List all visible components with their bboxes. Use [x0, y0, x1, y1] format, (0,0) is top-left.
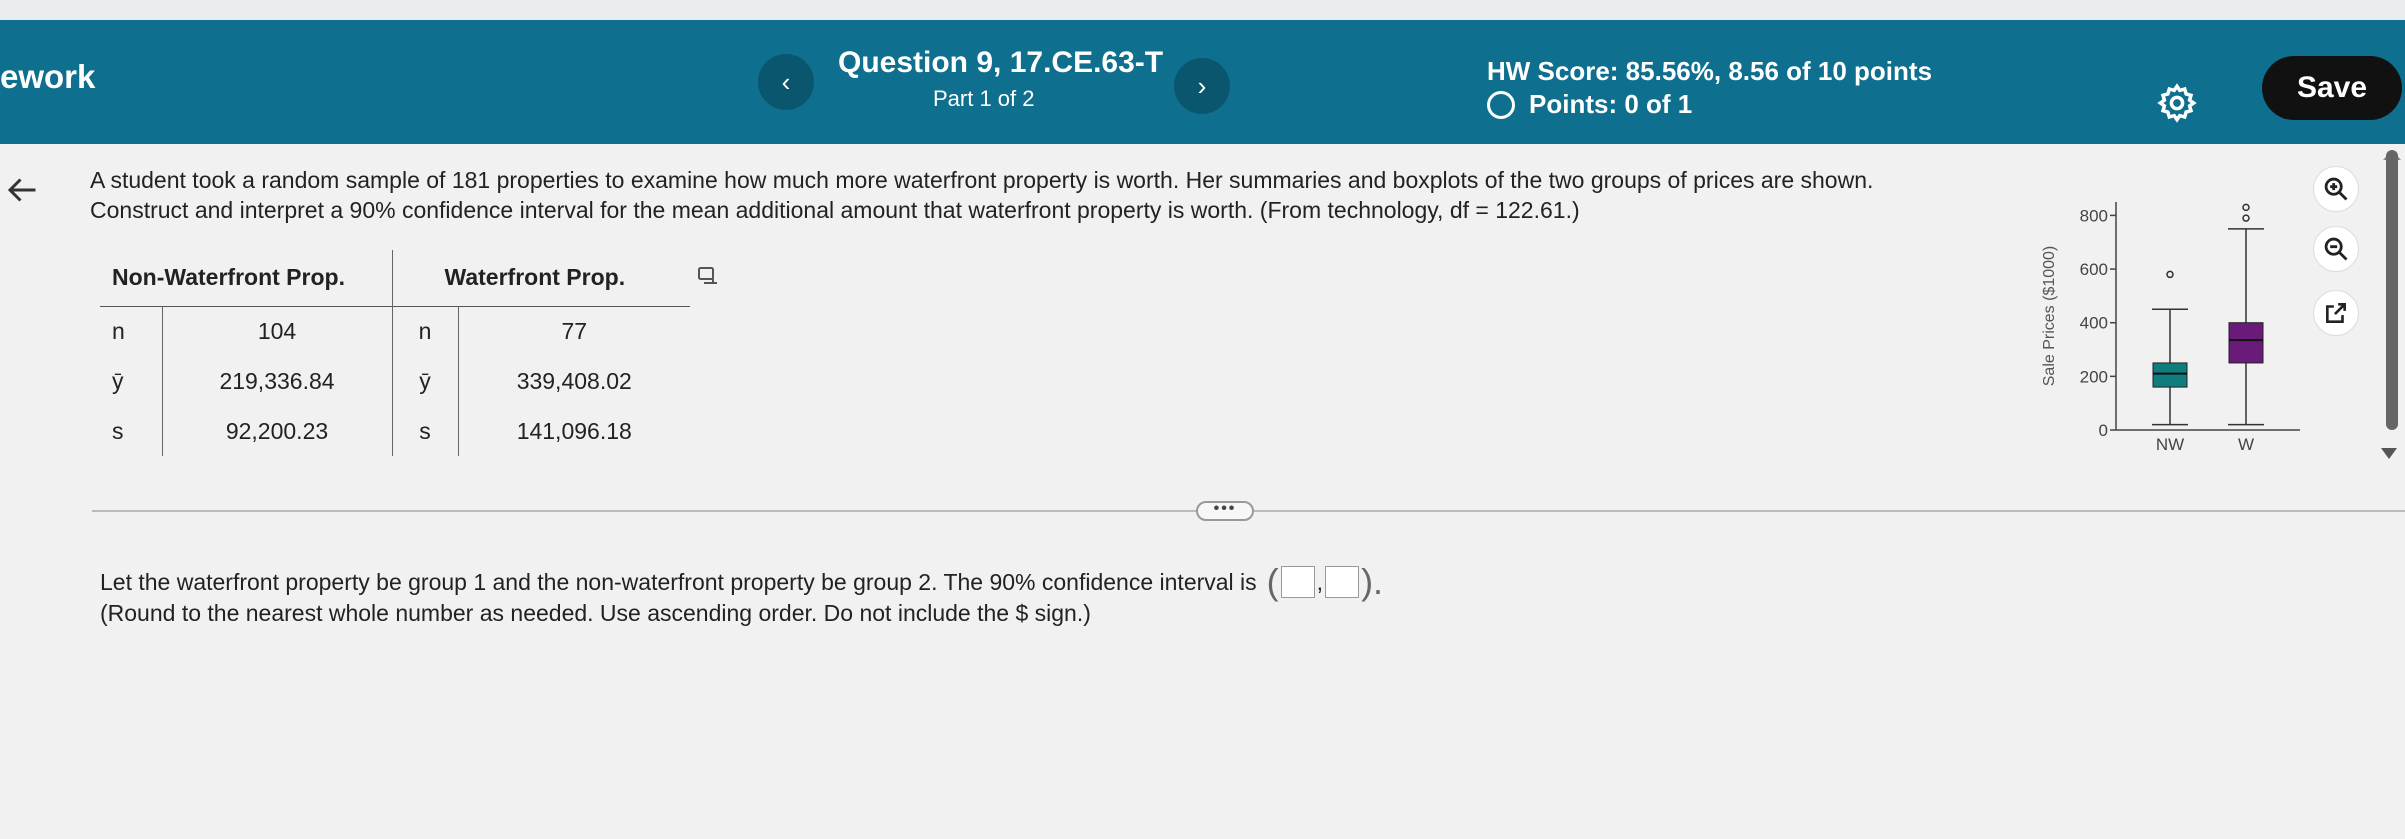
question-title: Question 9, 17.CE.63-T — [838, 46, 1164, 79]
points-status: Points: 0 of 1 — [1487, 89, 1692, 120]
table-row: s 92,200.23 s 141,096.18 — [100, 406, 690, 456]
prompt-line-2: Construct and interpret a 90% confidence… — [90, 197, 1580, 223]
header-non-waterfront: Non-Waterfront Prop. — [112, 264, 345, 291]
zoom-in-button[interactable] — [2313, 166, 2359, 212]
y-tick-label: 200 — [2080, 367, 2108, 386]
next-question-button[interactable]: › — [1174, 58, 1230, 114]
row-symbol: n — [112, 317, 125, 344]
zoom-out-button[interactable] — [2313, 226, 2359, 272]
header-waterfront: Waterfront Prop. — [391, 250, 690, 306]
w-value: 77 — [457, 306, 690, 356]
more-button[interactable]: ••• — [1196, 501, 1254, 521]
question-prompt: A student took a random sample of 181 pr… — [90, 165, 1873, 225]
popout-button[interactable] — [2313, 290, 2359, 336]
answer-line: Let the waterfront property be group 1 a… — [100, 561, 1384, 602]
ci-lower-input[interactable] — [1280, 566, 1315, 598]
answer-prompt: Let the waterfront property be group 1 a… — [100, 569, 1257, 595]
outlier-point — [2166, 270, 2174, 279]
nw-value: 92,200.23 — [161, 406, 392, 456]
browser-top-strip — [0, 0, 2405, 20]
table-row: ȳ 219,336.84 ȳ 339,408.02 — [100, 356, 690, 406]
previous-question-button[interactable]: ‹ — [758, 54, 814, 110]
scroll-down-arrow-icon[interactable] — [2381, 448, 2397, 459]
nw-value: 219,336.84 — [161, 356, 392, 406]
nw-value: 104 — [161, 306, 392, 356]
table-row: n 104 n 77 — [100, 306, 690, 356]
copy-table-icon[interactable] — [696, 264, 720, 288]
hw-score: HW Score: 85.56%, 8.56 of 10 points — [1487, 56, 1933, 86]
question-part: Part 1 of 2 — [933, 86, 1035, 111]
scrollbar-thumb[interactable] — [2386, 150, 2398, 430]
points-text: Points: 0 of 1 — [1529, 89, 1693, 119]
row-symbol: n — [391, 306, 458, 356]
prompt-line-1: A student took a random sample of 181 pr… — [90, 167, 1874, 193]
brand-title: ework — [0, 58, 96, 95]
y-tick-label: 400 — [2080, 314, 2108, 333]
rounding-hint: (Round to the nearest whole number as ne… — [100, 600, 1091, 626]
y-tick-label: 0 — [2099, 421, 2108, 440]
y-axis-label: Sale Prices ($1000) — [2041, 246, 2058, 387]
y-tick-label: 800 — [2080, 206, 2108, 225]
outlier-point — [2242, 203, 2250, 212]
back-arrow-icon[interactable] — [4, 172, 40, 208]
outlier-point — [2242, 214, 2250, 222]
ci-upper-input[interactable] — [1325, 566, 1360, 598]
comma: , — [1316, 569, 1324, 595]
close-paren: ). — [1361, 561, 1384, 602]
x-category-label: NW — [2156, 435, 2184, 450]
box-w — [2228, 322, 2264, 364]
w-value: 339,408.02 — [457, 356, 690, 406]
open-paren: ( — [1266, 561, 1279, 602]
row-symbol: s — [112, 417, 124, 444]
boxplot-chart: Sale Prices ($1000) 0 200 400 600 800 NW W — [2041, 202, 2300, 450]
settings-gear-icon[interactable] — [2156, 82, 2198, 124]
zoom-out-icon — [2324, 237, 2348, 261]
points-circle-icon — [1487, 90, 1515, 119]
box-nw — [2152, 362, 2188, 388]
zoom-in-icon — [2324, 177, 2348, 201]
popout-icon — [2326, 303, 2346, 323]
summary-table: Non-Waterfront Prop. Waterfront Prop. n … — [100, 250, 690, 456]
save-button[interactable]: Save — [2262, 56, 2402, 120]
x-category-label: W — [2238, 435, 2254, 450]
row-symbol: s — [391, 406, 458, 456]
row-symbol: ȳ — [112, 367, 124, 394]
row-symbol: ȳ — [391, 356, 458, 406]
w-value: 141,096.18 — [457, 406, 690, 456]
question-header: ework ‹ Question 9, 17.CE.63-T Part 1 of… — [0, 20, 2405, 144]
y-tick-label: 600 — [2080, 260, 2108, 279]
